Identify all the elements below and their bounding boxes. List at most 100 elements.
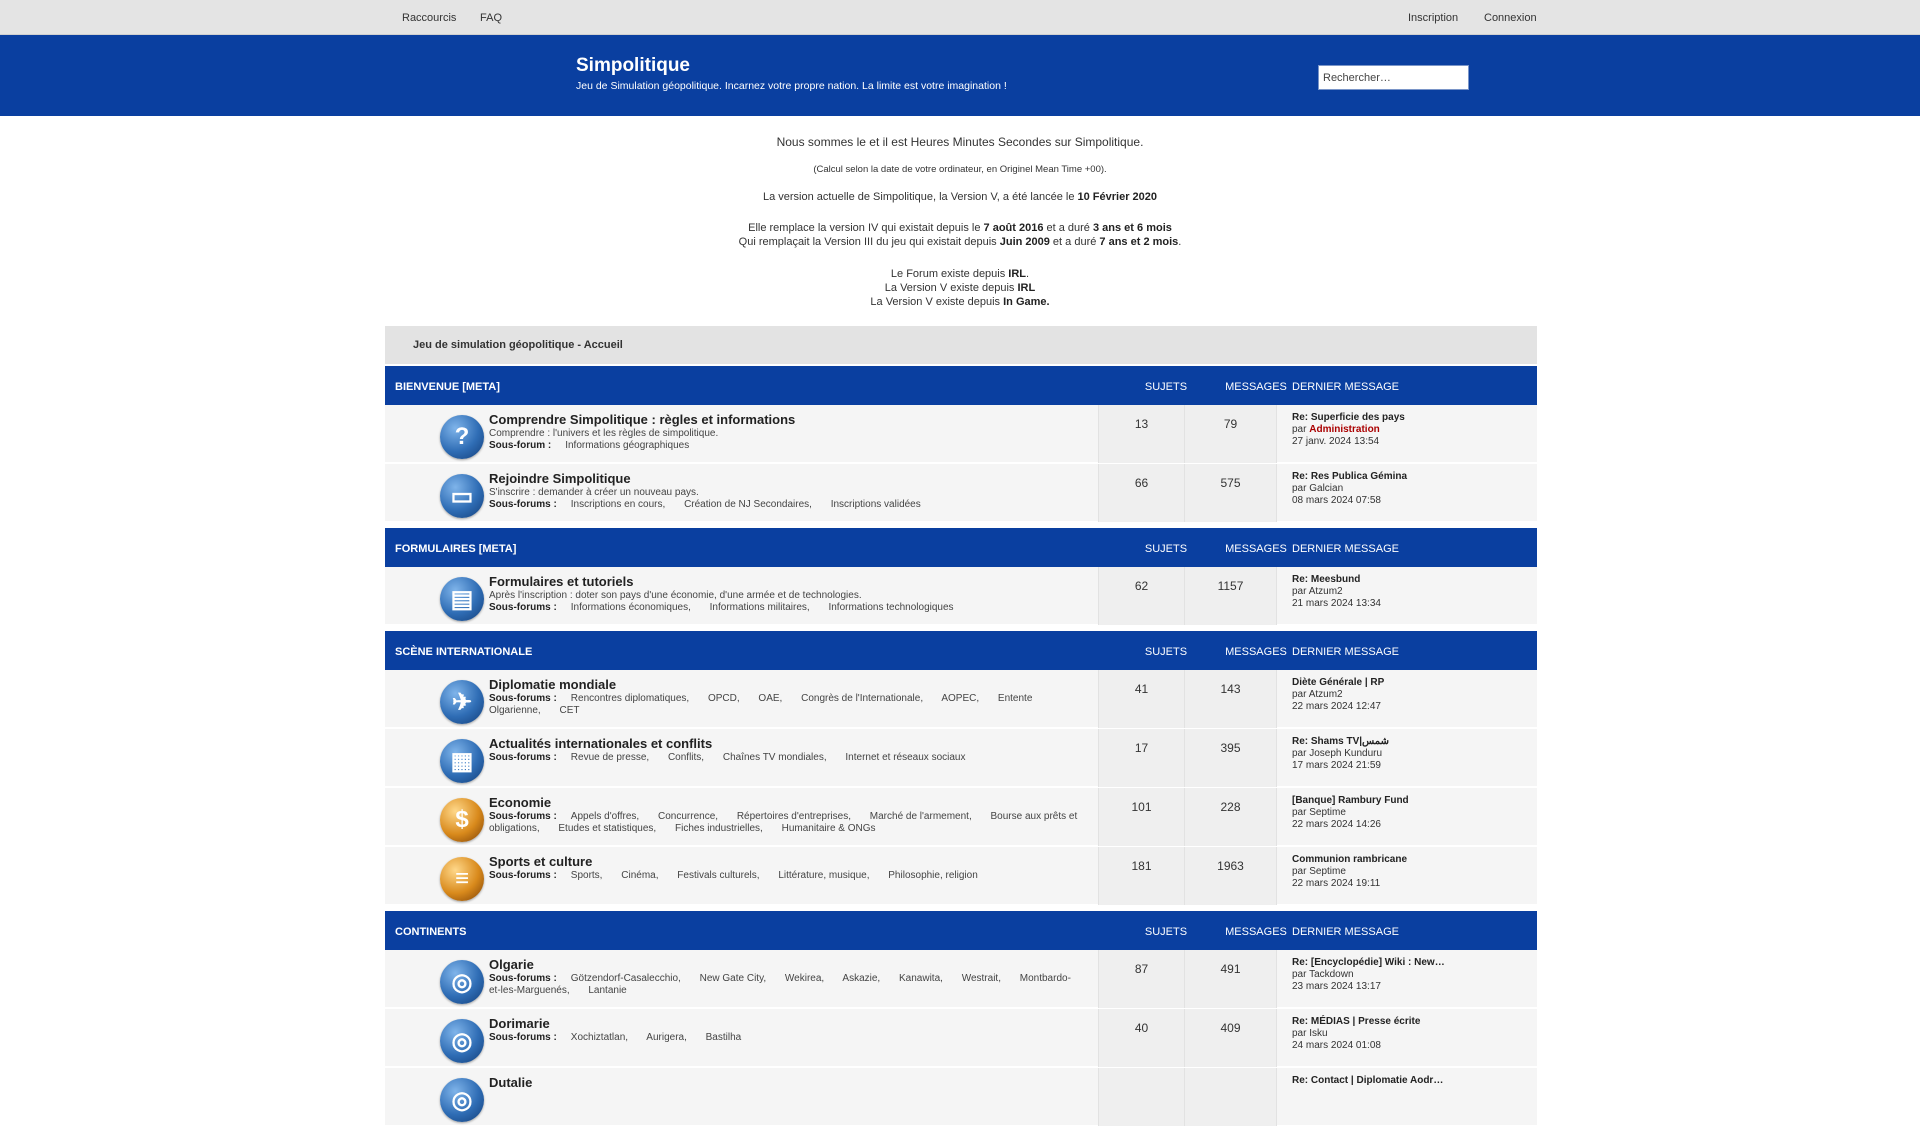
subforum-link[interactable]: AOPEC, [941, 693, 979, 704]
forum-title-link[interactable]: Comprendre Simpolitique : règles et info… [489, 412, 795, 427]
subforum-link[interactable]: New Gate City, [700, 973, 767, 984]
book-icon: ▭ [440, 474, 484, 518]
subforum-link[interactable]: Informations économiques, [571, 602, 691, 613]
posts-count: 395 [1184, 729, 1277, 787]
subforum-link[interactable]: Cinéma, [621, 870, 658, 881]
subforum-link[interactable]: Kanawita, [899, 973, 943, 984]
forum-title-link[interactable]: Formulaires et tutoriels [489, 574, 633, 589]
last-post-title-link[interactable]: Diète Générale | RP [1292, 677, 1384, 689]
category-title[interactable]: BIENVENUE [META] [395, 381, 500, 393]
forum-title-link[interactable]: Olgarie [489, 957, 534, 972]
subforum-link[interactable]: Aurigera, [646, 1032, 687, 1043]
posts-count [1184, 1068, 1277, 1126]
subforum-link[interactable]: OPCD, [708, 693, 740, 704]
last-post: Re: Res Publica Gémina par Galcian 08 mars… [1292, 471, 1407, 507]
subforum-link[interactable]: OAE, [758, 693, 782, 704]
subforum-link[interactable]: Inscriptions en cours, [571, 499, 666, 510]
last-post-title-link[interactable]: Re: MÉDIAS | Presse écrite [1292, 1016, 1420, 1028]
category-title[interactable]: SCÈNE INTERNATIONALE [395, 646, 532, 658]
author-link[interactable]: Joseph Kunduru [1309, 748, 1382, 759]
subforum-list: Sous-forums : Appels d'offres, Concurrenc… [489, 811, 1079, 835]
subforum-link[interactable]: Conflits, [668, 752, 704, 763]
subforum-link[interactable]: Fiches industrielles, [675, 823, 763, 834]
author-link[interactable]: Septime [1309, 866, 1346, 877]
search-input[interactable] [1318, 65, 1469, 90]
site-title[interactable]: Simpolitique [576, 55, 690, 77]
posts-count: 409 [1184, 1009, 1277, 1067]
books-icon: ≡ [440, 857, 484, 901]
subforum-link[interactable]: Bastilha [706, 1032, 742, 1043]
author-prefix: par [1292, 866, 1310, 877]
forum-title-link[interactable]: Diplomatie mondiale [489, 677, 616, 692]
subforum-link[interactable]: Informations militaires, [710, 602, 810, 613]
subforum-link[interactable]: Humanitaire & ONGs [782, 823, 876, 834]
subforum-link[interactable]: Concurrence, [658, 811, 718, 822]
subforum-list: Sous-forums : Informations économiques, I… [489, 602, 1079, 614]
last-post: Re: [Encyclopédie] Wiki : New… par Tackdo… [1292, 957, 1445, 993]
faq-link[interactable]: FAQ [480, 12, 502, 24]
subforum-link[interactable]: Lantanie [588, 985, 626, 996]
site-description: Jeu de Simulation géopolitique. Incarnez… [576, 80, 1007, 92]
subforum-link[interactable]: Répertoires d'entreprises, [737, 811, 851, 822]
subforum-link[interactable]: Chaînes TV mondiales, [723, 752, 827, 763]
top-navbar: Raccourcis FAQ Inscription Connexion [0, 0, 1920, 35]
subforum-link[interactable]: Internet et réseaux sociaux [845, 752, 965, 763]
last-post-title-link[interactable]: Re: Res Publica Gémina [1292, 471, 1407, 483]
last-post-title-link[interactable]: Re: Shams TV|شمس [1292, 736, 1389, 748]
posts-count: 79 [1184, 405, 1277, 463]
subforum-link[interactable]: Informations technologiques [828, 602, 953, 613]
last-post-title-link[interactable]: [Banque] Rambury Fund [1292, 795, 1409, 807]
intro-line-forum: Le Forum existe depuis IRL. [890, 268, 1030, 280]
subforum-link[interactable]: Philosophie, religion [888, 870, 978, 881]
column-topics: SUJETS [1144, 926, 1188, 938]
subforum-link[interactable]: Informations géographiques [565, 440, 689, 451]
author-link[interactable]: Septime [1309, 807, 1346, 818]
subforum-link[interactable]: Sports, [571, 870, 603, 881]
shortcuts-link[interactable]: Raccourcis [402, 12, 456, 24]
subforum-link[interactable]: Création de NJ Secondaires, [684, 499, 812, 510]
subforum-link[interactable]: CET [559, 705, 579, 716]
subforum-link[interactable]: Appels d'offres, [571, 811, 639, 822]
forum-row: ▭ Rejoindre Simpolitique S'inscrire : dema… [385, 464, 1537, 522]
subforum-link[interactable]: Marché de l'armement, [870, 811, 972, 822]
subforum-link[interactable]: Littérature, musique, [778, 870, 869, 881]
author-link[interactable]: Isku [1309, 1028, 1327, 1039]
subforum-link[interactable]: Götzendorf-Casalecchio, [571, 973, 681, 984]
subforum-list: Sous-forums : Rencontres diplomatiques, O… [489, 693, 1079, 717]
author-link[interactable]: Tackdown [1309, 969, 1353, 980]
author-link[interactable]: Galcian [1309, 483, 1343, 494]
subforum-label: Sous-forums : [489, 602, 557, 613]
login-link[interactable]: Connexion [1484, 12, 1537, 24]
subforum-link[interactable]: Inscriptions validées [831, 499, 921, 510]
forum-title-link[interactable]: Dorimarie [489, 1016, 550, 1031]
subforum-label: Sous-forums : [489, 811, 557, 822]
author-link[interactable]: Atzum2 [1309, 586, 1343, 597]
forum-title-link[interactable]: Economie [489, 795, 551, 810]
last-post-title-link[interactable]: Re: Superficie des pays [1292, 412, 1405, 424]
subforum-link[interactable]: Etudes et statistiques, [558, 823, 656, 834]
author-link[interactable]: Administration [1309, 424, 1380, 435]
forum-title-link[interactable]: Actualités internationales et conflits [489, 736, 712, 751]
category-header-continents: CONTINENTS SUJETS MESSAGES DERNIER MESSA… [385, 911, 1537, 950]
category-title[interactable]: CONTINENTS [395, 926, 467, 938]
subforum-link[interactable]: Askazie, [842, 973, 880, 984]
last-post-title-link[interactable]: Communion rambricane [1292, 854, 1407, 866]
subforum-link[interactable]: Festivals culturels, [677, 870, 759, 881]
last-post-title-link[interactable]: Re: Contact | Diplomatie Aodr… [1292, 1075, 1443, 1087]
subforum-link[interactable]: Wekirea, [785, 973, 824, 984]
forum-title-link[interactable]: Dutalie [489, 1075, 532, 1090]
last-post-title-link[interactable]: Re: Meesbund [1292, 574, 1381, 586]
subforum-link[interactable]: Westrait, [962, 973, 1001, 984]
column-posts: MESSAGES [1225, 926, 1287, 938]
subforum-link[interactable]: Rencontres diplomatiques, [571, 693, 689, 704]
author-link[interactable]: Atzum2 [1309, 689, 1343, 700]
subforum-link[interactable]: Revue de presse, [571, 752, 649, 763]
forum-title-link[interactable]: Sports et culture [489, 854, 592, 869]
forum-title-link[interactable]: Rejoindre Simpolitique [489, 471, 631, 486]
breadcrumb-home-link[interactable]: Jeu de simulation géopolitique - Accueil [413, 339, 623, 351]
subforum-link[interactable]: Xochiztatlan, [571, 1032, 628, 1043]
category-title[interactable]: FORMULAIRES [META] [395, 543, 516, 555]
subforum-link[interactable]: Congrès de l'Internationale, [801, 693, 923, 704]
last-post-title-link[interactable]: Re: [Encyclopédie] Wiki : New… [1292, 957, 1445, 969]
register-link[interactable]: Inscription [1408, 12, 1458, 24]
